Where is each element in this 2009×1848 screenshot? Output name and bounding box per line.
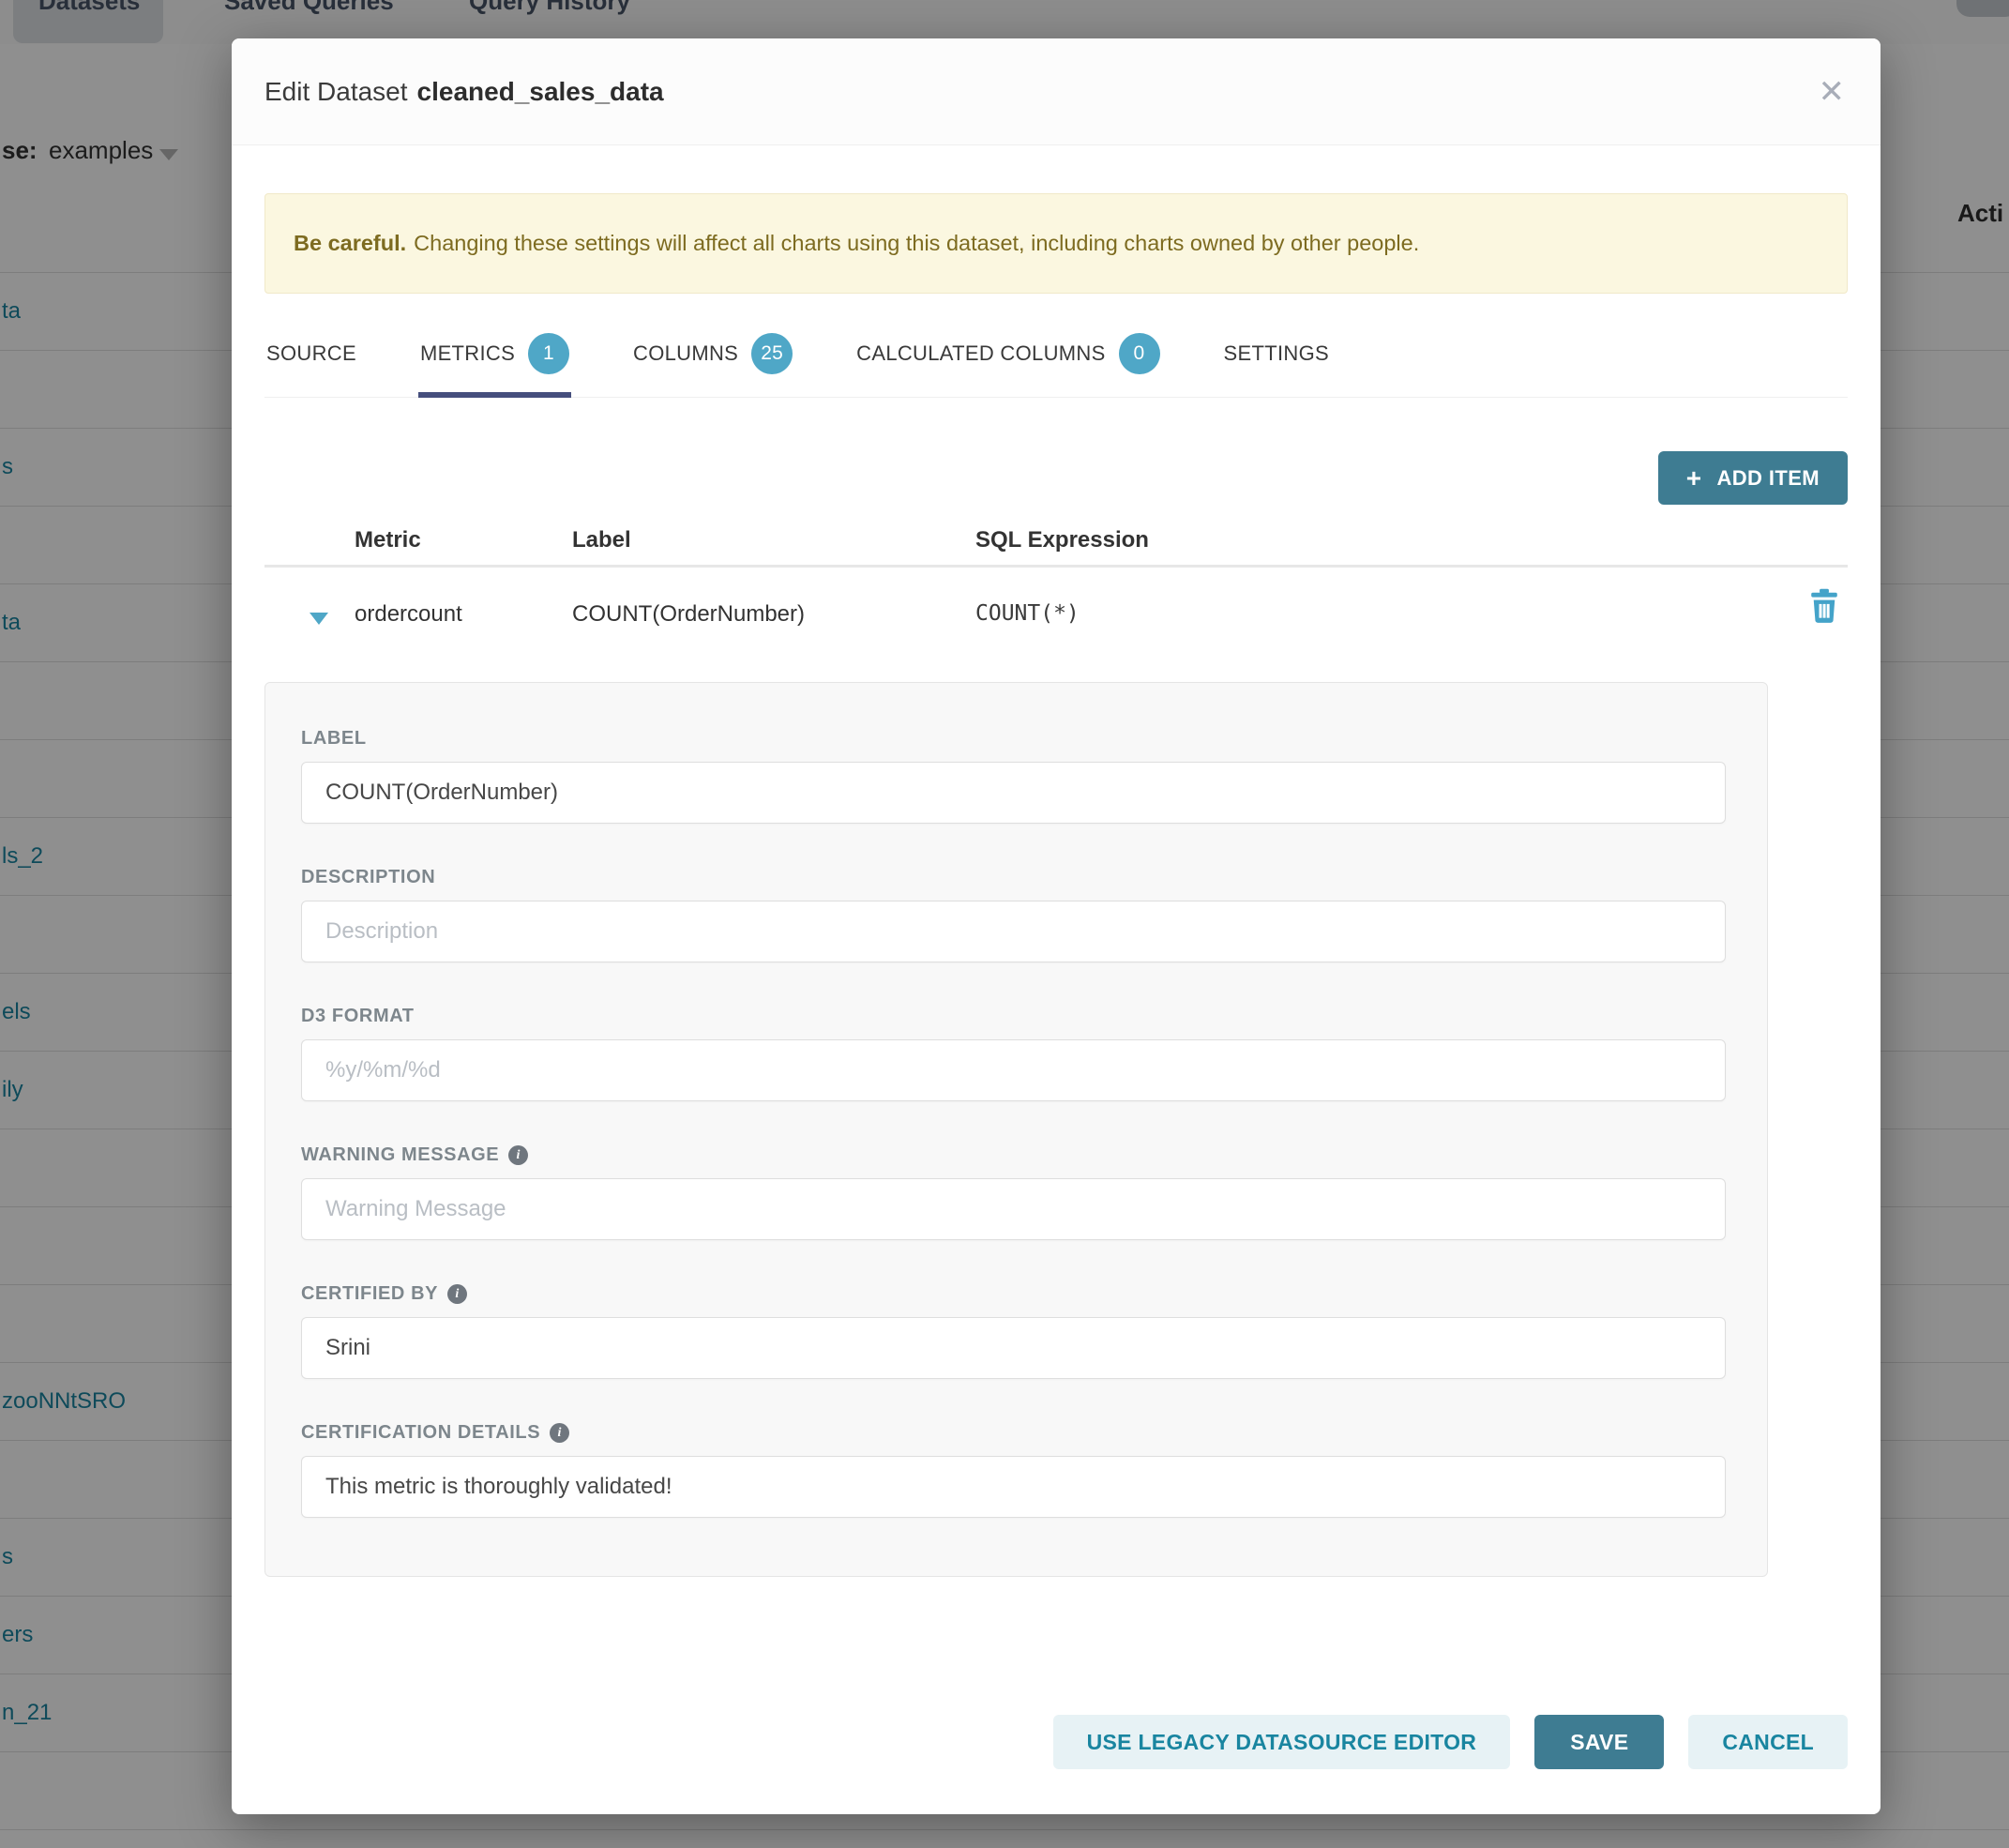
label-column-header: Label [572,527,631,553]
description-input[interactable] [301,901,1726,962]
trash-icon[interactable] [1808,588,1840,624]
cancel-button[interactable]: CANCEL [1688,1715,1848,1769]
tab-count-badge: 0 [1119,333,1160,374]
field-warning-message: WARNING MESSAGE i [301,1144,1726,1240]
field-label-text: WARNING MESSAGE [301,1144,499,1166]
field-label: LABEL [301,728,1726,824]
use-legacy-datasource-editor-button[interactable]: USE LEGACY DATASOURCE EDITOR [1053,1715,1511,1769]
modal-title: Edit Dataset cleaned_sales_data [264,77,664,107]
field-label-text: D3 FORMAT [301,1006,415,1027]
close-icon[interactable]: ✕ [1819,76,1846,108]
metric-row: ordercount COUNT(OrderNumber) COUNT(*) [264,568,1848,669]
tab-settings[interactable]: SETTINGS [1222,327,1331,397]
metric-label: COUNT(OrderNumber) [572,601,805,628]
certification-details-input[interactable] [301,1456,1726,1518]
add-item-label: ADD ITEM [1716,466,1820,491]
tab-label: SETTINGS [1224,341,1329,366]
modal-tabs: SOURCE METRICS 1 COLUMNS 25 CALCULATED COLUMN… [264,327,1848,398]
save-button[interactable]: SAVE [1534,1715,1664,1769]
field-label: WARNING MESSAGE i [301,1144,1726,1166]
field-certification-details: CERTIFICATION DETAILS i [301,1422,1726,1518]
tab-metrics[interactable]: METRICS 1 [418,327,571,397]
sql-expression-column-header: SQL Expression [975,527,1149,553]
field-d3-format: D3 FORMAT [301,1006,1726,1101]
field-label-text: LABEL [301,728,367,750]
tab-count-badge: 1 [528,333,569,374]
tab-columns[interactable]: COLUMNS 25 [631,327,794,397]
tab-label: SOURCE [266,341,356,366]
add-item-button[interactable]: + ADD ITEM [1658,451,1848,505]
field-description: DESCRIPTION [301,867,1726,962]
dataset-name: cleaned_sales_data [417,77,664,106]
info-icon[interactable]: i [508,1145,528,1165]
metric-detail-panel: LABEL DESCRIPTION D3 FORMAT WARNING MESSAGE… [264,682,1768,1577]
metric-column-header: Metric [355,527,421,553]
field-label: DESCRIPTION [301,867,1726,888]
warning-banner: Be careful. Changing these settings will… [264,193,1848,294]
info-icon[interactable]: i [550,1423,569,1443]
modal-header: Edit Dataset cleaned_sales_data ✕ [232,38,1881,145]
d3-format-input[interactable] [301,1039,1726,1101]
tab-calculated-columns[interactable]: CALCULATED COLUMNS 0 [854,327,1161,397]
field-label: CERTIFICATION DETAILS i [301,1422,1726,1444]
metrics-toolbar: + ADD ITEM [264,451,1848,505]
field-certified-by: CERTIFIED BY i [301,1283,1726,1379]
expand-caret-icon[interactable] [310,613,328,625]
modal-body: Be careful. Changing these settings will… [232,193,1881,1577]
modal-title-prefix: Edit Dataset [264,77,408,106]
tab-count-badge: 25 [751,333,793,374]
field-label-text: CERTIFICATION DETAILS [301,1422,540,1444]
warning-banner-bold: Be careful. [294,231,406,256]
info-icon[interactable]: i [447,1284,467,1304]
plus-icon: + [1686,465,1702,492]
modal-footer: USE LEGACY DATASOURCE EDITOR SAVE CANCEL [1053,1715,1848,1769]
field-label: CERTIFIED BY i [301,1283,1726,1305]
edit-dataset-modal: Edit Dataset cleaned_sales_data ✕ Be care… [232,38,1881,1814]
field-label: D3 FORMAT [301,1006,1726,1027]
field-label-text: DESCRIPTION [301,867,435,888]
warning-message-input[interactable] [301,1178,1726,1240]
page: DatasetsSaved QueriesQuery History se: e… [0,0,2009,1848]
certified-by-input[interactable] [301,1317,1726,1379]
tab-source[interactable]: SOURCE [264,327,358,397]
tab-label: CALCULATED COLUMNS [856,341,1105,366]
label-input[interactable] [301,762,1726,824]
tab-label: COLUMNS [633,341,738,366]
tab-label: METRICS [420,341,515,366]
warning-banner-text: Changing these settings will affect all … [414,231,1419,256]
field-label: LABEL [301,728,1726,750]
metric-name: ordercount [355,601,462,628]
metrics-table-header: Metric Label SQL Expression [264,523,1848,565]
field-label-text: CERTIFIED BY [301,1283,438,1305]
metric-sql: COUNT(*) [975,601,1080,626]
